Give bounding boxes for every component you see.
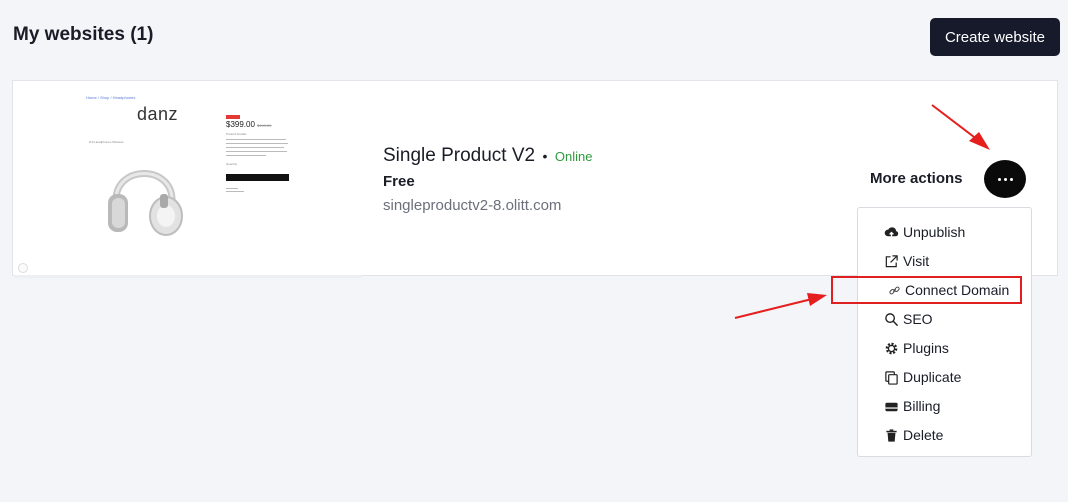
- actions-dropdown-menu: Unpublish Visit Connect Domain SEO Plugi…: [857, 207, 1032, 457]
- thumbnail-text-line: [226, 188, 238, 189]
- page-title: My websites (1): [13, 24, 154, 45]
- menu-item-delete[interactable]: Delete: [884, 425, 943, 445]
- thumbnail-text-line: [226, 147, 284, 148]
- menu-item-seo[interactable]: SEO: [884, 309, 933, 329]
- link-icon: [889, 286, 900, 294]
- thumbnail-text-line: [226, 151, 287, 152]
- create-website-button[interactable]: Create website: [930, 18, 1060, 56]
- cloud-upload-icon: [884, 226, 899, 237]
- billing-icon: [885, 402, 898, 411]
- trash-icon: [886, 428, 897, 442]
- thumbnail-text-line: [226, 143, 288, 144]
- more-actions-label: More actions: [870, 170, 963, 187]
- thumbnail-price: $399.00: [226, 120, 255, 129]
- search-icon: [885, 312, 899, 326]
- website-thumbnail[interactable]: Home / Shop / Headphones danz DJI Headph…: [14, 82, 362, 278]
- website-url[interactable]: singleproductv2-8.olitt.com: [383, 197, 592, 214]
- menu-item-label: Delete: [903, 427, 944, 443]
- menu-item-label: Connect Domain: [905, 282, 1010, 298]
- thumbnail-add-to-cart: [226, 174, 289, 181]
- more-dot: [997, 177, 1001, 181]
- menu-item-unpublish[interactable]: Unpublish: [884, 222, 965, 242]
- status-badge: Online: [554, 149, 593, 164]
- thumbnail-brand: danz: [137, 104, 179, 124]
- website-info: Single Product V2 • Online Free singlepr…: [383, 145, 592, 214]
- website-name[interactable]: Single Product V2: [383, 145, 535, 166]
- thumbnail-scroll-dot: [18, 263, 28, 273]
- plan-label: Free: [383, 173, 415, 190]
- thumbnail-old-price: $449.00: [257, 123, 272, 128]
- menu-item-label: Unpublish: [903, 224, 966, 240]
- thumbnail-breadcrumb: Home / Shop / Headphones: [86, 95, 136, 100]
- gear-icon: [885, 342, 898, 354]
- status-separator: •: [542, 148, 548, 164]
- menu-item-visit[interactable]: Visit: [884, 251, 929, 271]
- arrow-to-connect-domain: [734, 293, 827, 319]
- menu-item-billing[interactable]: Billing: [884, 396, 940, 416]
- thumbnail-sale-badge: [226, 115, 240, 119]
- menu-item-label: Duplicate: [903, 369, 962, 385]
- menu-item-plugins[interactable]: Plugins: [884, 338, 949, 358]
- thumbnail-text-line: [226, 139, 286, 140]
- menu-item-connect-domain[interactable]: Connect Domain: [888, 280, 1009, 300]
- copy-icon: [885, 370, 898, 385]
- more-dot: [1009, 177, 1013, 181]
- menu-item-duplicate[interactable]: Duplicate: [884, 367, 961, 387]
- more-actions-button[interactable]: [984, 160, 1026, 198]
- more-dot: [1003, 177, 1007, 181]
- external-link-icon: [885, 254, 898, 267]
- headphones-image: [108, 170, 183, 236]
- menu-item-label: Visit: [903, 253, 930, 269]
- thumbnail-text-line: [226, 191, 244, 192]
- thumbnail-description-label: Product Details: [226, 132, 247, 136]
- menu-item-label: Plugins: [903, 340, 949, 356]
- thumbnail-text-line: [226, 155, 266, 156]
- menu-item-label: Billing: [903, 398, 941, 414]
- menu-item-label: SEO: [903, 311, 933, 327]
- thumbnail-quantity-label: Quantity: [226, 162, 238, 166]
